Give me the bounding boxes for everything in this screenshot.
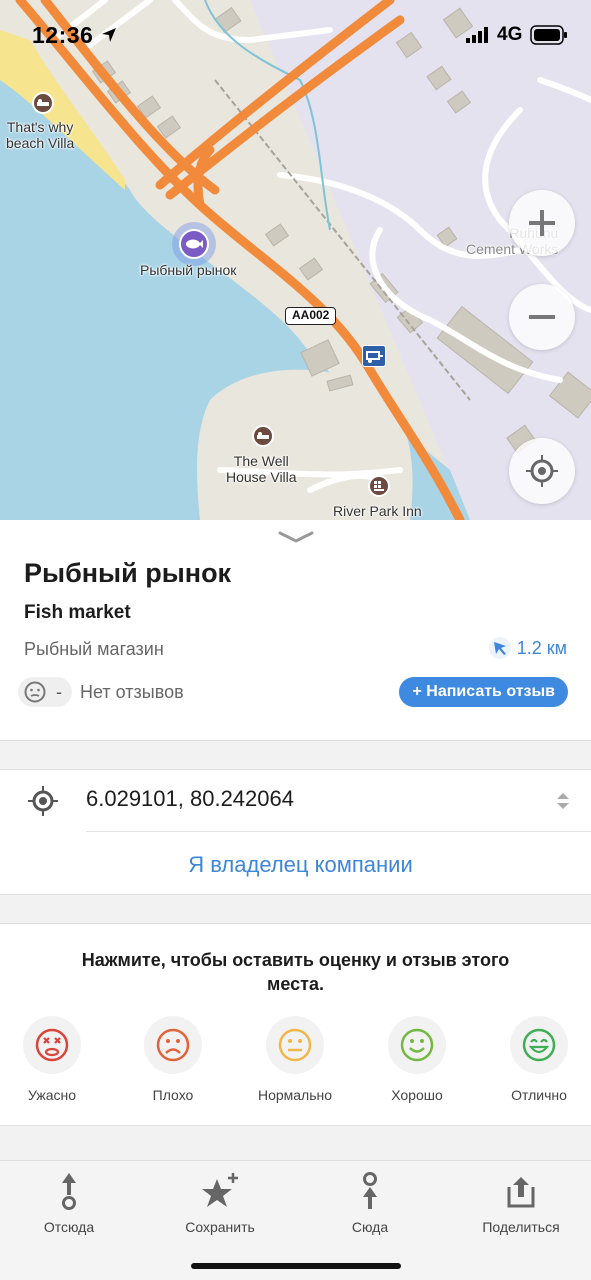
status-time: 12:36 xyxy=(32,22,94,48)
map-view[interactable]: 12:36 4G That's why beach Villa Рыбный р… xyxy=(0,0,591,520)
rating-pill: - xyxy=(18,677,72,707)
write-review-button[interactable]: + Написать отзыв xyxy=(399,677,568,707)
route-to-icon xyxy=(363,1172,377,1209)
route-from-label: Отсюда xyxy=(43,1219,95,1235)
divider xyxy=(86,831,591,832)
map-label-fish-market[interactable]: Рыбный рынок xyxy=(140,262,236,278)
zoom-out-button[interactable] xyxy=(509,284,575,350)
rate-terrible-button[interactable]: Ужасно xyxy=(2,1016,102,1103)
rate-label: Хорошо xyxy=(391,1087,443,1103)
route-from-icon xyxy=(62,1173,76,1210)
section-divider xyxy=(0,740,591,770)
rating-prompt: Нажмите, чтобы оставить оценку и отзыв э… xyxy=(81,950,510,994)
coordinates-value[interactable]: 6.029101, 80.242064 xyxy=(86,786,294,812)
battery-icon xyxy=(530,25,567,45)
map-label-river-park[interactable]: River Park Inn xyxy=(333,503,422,519)
place-category: Рыбный магазин xyxy=(24,639,164,659)
map-label-well-house[interactable]: The Well House Villa xyxy=(226,453,297,485)
section-divider xyxy=(0,1125,591,1161)
smile-face-icon xyxy=(388,1016,446,1074)
place-subtitle: Fish market xyxy=(24,602,131,623)
home-indicator[interactable] xyxy=(191,1263,401,1269)
neutral-face-icon xyxy=(24,681,46,703)
route-from-button[interactable]: Отсюда xyxy=(4,1171,134,1235)
hotel-icon[interactable] xyxy=(252,425,274,447)
rate-label: Плохо xyxy=(152,1087,194,1103)
distance-value: 1.2 км xyxy=(516,637,567,658)
rate-excellent-button[interactable]: Отлично xyxy=(489,1016,589,1103)
direction-arrow-icon xyxy=(488,637,511,659)
crosshair-icon xyxy=(526,455,558,487)
rating-value: - xyxy=(56,681,62,702)
owner-link[interactable]: Я владелец компании xyxy=(0,852,591,878)
building-icon[interactable] xyxy=(368,475,390,497)
network-type: 4G xyxy=(497,24,523,45)
save-button[interactable]: Сохранить xyxy=(155,1171,285,1235)
save-label: Сохранить xyxy=(185,1219,255,1235)
distance[interactable]: 1.2 км xyxy=(488,637,567,659)
section-divider xyxy=(0,894,591,924)
star-add-icon xyxy=(202,1173,238,1207)
rate-label: Отлично xyxy=(511,1087,567,1103)
share-button[interactable]: Поделиться xyxy=(456,1171,586,1235)
place-title: Рыбный рынок xyxy=(24,558,232,588)
signal-icon xyxy=(466,27,488,43)
my-location-button[interactable] xyxy=(509,438,575,504)
bottom-action-bar: Отсюда Сохранить Сюда Поделиться xyxy=(0,1160,591,1280)
sort-arrows-icon[interactable] xyxy=(555,791,571,811)
terrible-face-icon xyxy=(23,1016,81,1074)
minus-icon xyxy=(529,315,555,319)
map-canvas xyxy=(0,0,591,520)
share-label: Поделиться xyxy=(482,1219,560,1235)
status-bar: 12:36 4G xyxy=(0,0,591,70)
fish-market-pin[interactable] xyxy=(172,222,216,266)
sad-face-icon xyxy=(144,1016,202,1074)
grin-face-icon xyxy=(510,1016,568,1074)
rate-label: Нормально xyxy=(257,1087,333,1103)
route-to-label: Сюда xyxy=(351,1219,389,1235)
hotel-icon[interactable] xyxy=(32,92,54,114)
rate-good-button[interactable]: Хорошо xyxy=(367,1016,467,1103)
map-label-beach-villa[interactable]: That's why beach Villa xyxy=(6,119,74,151)
zoom-in-button[interactable] xyxy=(509,190,575,256)
rate-normal-button[interactable]: Нормально xyxy=(245,1016,345,1103)
neutral-face-icon xyxy=(266,1016,324,1074)
share-icon xyxy=(507,1177,535,1208)
camping-icon[interactable] xyxy=(362,345,386,367)
chevron-down-icon[interactable] xyxy=(278,530,314,544)
fish-icon xyxy=(179,229,209,259)
crosshair-icon xyxy=(28,786,58,816)
rate-label: Ужасно xyxy=(27,1087,77,1103)
route-to-button[interactable]: Сюда xyxy=(305,1171,435,1235)
plus-icon xyxy=(529,210,555,236)
road-shield: AA002 xyxy=(285,307,337,325)
reviews-row: - Нет отзывов xyxy=(18,677,184,707)
location-arrow-icon xyxy=(102,28,116,42)
rate-bad-button[interactable]: Плохо xyxy=(123,1016,223,1103)
reviews-status: Нет отзывов xyxy=(80,681,184,702)
